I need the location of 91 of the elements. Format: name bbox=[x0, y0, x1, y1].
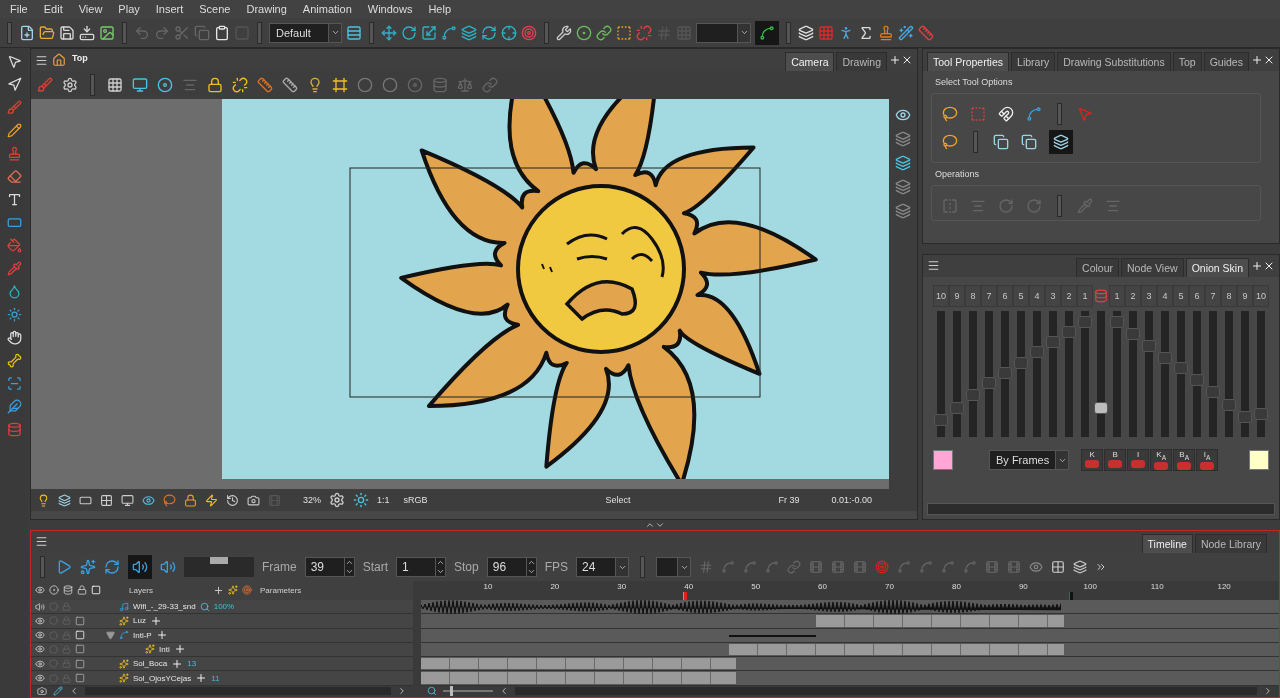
frame-number: 20 bbox=[550, 582, 560, 591]
frame-number[interactable]: 1 bbox=[1077, 285, 1093, 307]
frame-number[interactable]: 9 bbox=[949, 285, 965, 307]
layer-name[interactable]: Luz bbox=[133, 616, 146, 626]
layer-name[interactable]: Inti bbox=[159, 644, 170, 654]
menu-item[interactable]: View bbox=[70, 3, 111, 15]
frame-number: 30 bbox=[617, 582, 627, 591]
layer-name[interactable]: Inti-P bbox=[133, 630, 152, 640]
onion-mode-button[interactable]: B$_{A}$ bbox=[1173, 449, 1196, 471]
zoom-level: 32% bbox=[303, 495, 321, 505]
panel-tab[interactable]: Drawing bbox=[836, 52, 887, 71]
panel-tab[interactable]: Colour bbox=[1076, 258, 1120, 277]
number-field[interactable]: 1 bbox=[396, 557, 446, 577]
frame-number[interactable]: 6 bbox=[1189, 285, 1205, 307]
frame-number: 70 bbox=[885, 582, 894, 591]
layer-name[interactable]: Sol_Boca bbox=[133, 659, 168, 669]
menu-item[interactable]: Windows bbox=[359, 3, 421, 15]
layer-parameter: 100% bbox=[213, 602, 235, 612]
panel-tab[interactable]: Onion Skin bbox=[1185, 258, 1249, 277]
panel-tab[interactable]: Timeline bbox=[1141, 534, 1193, 553]
onion-mode-button[interactable]: B bbox=[1104, 449, 1127, 471]
field-label: Start bbox=[362, 560, 388, 574]
current-tool-label: Select bbox=[605, 495, 631, 505]
column-header: Layers bbox=[129, 586, 154, 595]
color-space-label: sRGB bbox=[403, 495, 428, 505]
onion-mode-button[interactable]: I bbox=[1127, 449, 1150, 471]
panel-tab[interactable]: Drawing Substitutions bbox=[1057, 52, 1171, 71]
frame-number[interactable]: 9 bbox=[1237, 285, 1253, 307]
frame-number[interactable]: 5 bbox=[1173, 285, 1189, 307]
frame-number[interactable]: 10 bbox=[1253, 285, 1269, 307]
frame-number[interactable]: 5 bbox=[1013, 285, 1029, 307]
menu-item[interactable]: File bbox=[2, 3, 36, 15]
number-field[interactable]: 39 bbox=[304, 557, 355, 577]
field-label: Stop bbox=[454, 560, 479, 574]
panel-tab[interactable]: Top bbox=[1172, 52, 1202, 71]
section-title: Operations bbox=[935, 169, 981, 179]
field-label: FPS bbox=[544, 560, 569, 574]
frame-ruler[interactable]: 10 20 30 40 50 60 70 80 90 100 110 120 bbox=[421, 581, 1279, 600]
section-title: Select Tool Options bbox=[935, 77, 1014, 87]
frame-number[interactable]: 4 bbox=[1029, 285, 1045, 307]
number-field[interactable]: 96 bbox=[486, 557, 537, 577]
onion-mode-button[interactable]: K bbox=[1081, 449, 1104, 471]
frame-number[interactable]: 6 bbox=[997, 285, 1013, 307]
breadcrumb[interactable]: Top bbox=[72, 53, 88, 63]
frame-number: 60 bbox=[818, 582, 827, 591]
menu-item[interactable]: Animation bbox=[294, 3, 360, 15]
workspace-dropdown[interactable]: Default bbox=[269, 22, 342, 43]
coordinates-label: 0.01:-0.00 bbox=[831, 495, 873, 505]
layer-name[interactable]: Sol_OjosYCejas bbox=[133, 673, 192, 683]
frame-number[interactable]: 7 bbox=[1205, 285, 1221, 307]
panel-tab[interactable]: Library bbox=[1011, 52, 1056, 71]
frame-number[interactable]: 4 bbox=[1157, 285, 1173, 307]
frame-number[interactable]: 8 bbox=[1221, 285, 1237, 307]
frame-number[interactable]: 3 bbox=[1141, 285, 1157, 307]
panel-tab[interactable]: Node View bbox=[1121, 258, 1184, 277]
menu-item[interactable]: Edit bbox=[35, 3, 71, 15]
ratio-label: 1:1 bbox=[377, 495, 390, 505]
panel-tab[interactable]: Camera bbox=[785, 52, 835, 71]
menu-item[interactable]: Scene bbox=[191, 3, 239, 15]
layer-name[interactable]: Wifi_-_29-33_snd bbox=[133, 602, 196, 612]
panel-tab[interactable]: Tool Properties bbox=[927, 52, 1010, 71]
onion-mode-button[interactable]: I$_{A}$ bbox=[1196, 449, 1219, 471]
layer-parameter: 13 bbox=[187, 659, 197, 669]
number-field[interactable]: 24 bbox=[576, 557, 630, 577]
frame-number: 80 bbox=[951, 582, 961, 591]
onion-mode-button[interactable]: K$_{A}$ bbox=[1150, 449, 1173, 471]
frame-label: Fr 39 bbox=[778, 495, 800, 505]
menu-item[interactable]: Insert bbox=[147, 3, 192, 15]
field-label: Frame bbox=[262, 560, 297, 574]
frame-number: 40 bbox=[684, 582, 694, 591]
frame-number: 100 bbox=[1083, 582, 1097, 591]
panel-tab[interactable]: Node Library bbox=[1194, 534, 1267, 553]
mode-dropdown[interactable]: By Frames bbox=[989, 450, 1070, 470]
frame-number: 10 bbox=[483, 582, 493, 591]
frame-number[interactable]: 10 bbox=[933, 285, 949, 307]
frame-number[interactable]: 8 bbox=[965, 285, 981, 307]
frame-number: 50 bbox=[751, 582, 761, 591]
frame-number[interactable]: 1 bbox=[1109, 285, 1125, 307]
panel-tab[interactable]: Guides bbox=[1203, 52, 1249, 71]
frame-number: 120 bbox=[1217, 582, 1231, 591]
column-header: Parameters bbox=[260, 586, 302, 595]
frame-number: 110 bbox=[1150, 582, 1164, 591]
frame-number[interactable]: 2 bbox=[1061, 285, 1077, 307]
frame-number[interactable]: 3 bbox=[1045, 285, 1061, 307]
menu-item[interactable]: Play bbox=[110, 3, 148, 15]
layer-parameter: 11 bbox=[211, 673, 220, 683]
menu-item[interactable]: Help bbox=[420, 3, 459, 15]
frame-number[interactable]: 2 bbox=[1125, 285, 1141, 307]
frame-number[interactable]: 7 bbox=[981, 285, 997, 307]
menu-item[interactable]: Drawing bbox=[238, 3, 295, 15]
frame-number: 90 bbox=[1018, 582, 1028, 591]
